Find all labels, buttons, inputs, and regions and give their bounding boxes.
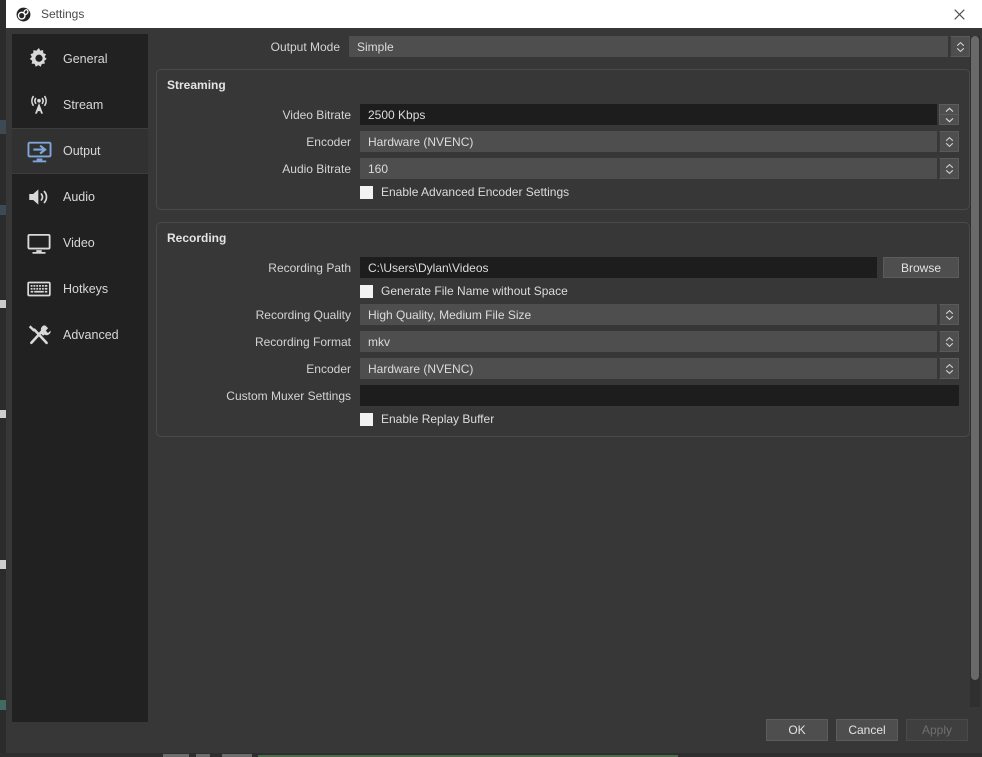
custom-muxer-label: Custom Muxer Settings bbox=[167, 389, 360, 403]
audio-bitrate-select[interactable]: 160 bbox=[360, 158, 937, 179]
advanced-encoder-checkbox[interactable] bbox=[360, 186, 373, 199]
speaker-icon bbox=[24, 182, 54, 212]
sidebar-item-advanced[interactable]: Advanced bbox=[12, 312, 148, 358]
video-bitrate-input[interactable]: 2500 Kbps bbox=[360, 104, 937, 125]
chevron-updown-icon[interactable] bbox=[939, 158, 959, 179]
settings-sidebar: General Stream bbox=[12, 34, 148, 722]
window-title: Settings bbox=[41, 7, 84, 21]
dialog-footer: OK Cancel Apply bbox=[766, 719, 968, 741]
settings-window: Settings General bbox=[6, 0, 982, 753]
row-enable-replay-buffer: Enable Replay Buffer bbox=[167, 412, 959, 426]
sidebar-item-label: Stream bbox=[63, 98, 103, 112]
apply-button[interactable]: Apply bbox=[906, 719, 968, 741]
obs-logo-icon bbox=[15, 6, 31, 22]
row-advanced-encoder-settings: Enable Advanced Encoder Settings bbox=[167, 185, 959, 199]
sidebar-item-hotkeys[interactable]: Hotkeys bbox=[12, 266, 148, 312]
row-video-bitrate: Video Bitrate 2500 Kbps bbox=[167, 104, 959, 125]
row-output-mode: Output Mode Simple bbox=[156, 36, 970, 57]
chevron-updown-icon[interactable] bbox=[939, 331, 959, 352]
row-recording-path: Recording Path C:\Users\Dylan\Videos Bro… bbox=[167, 257, 959, 278]
monitor-icon bbox=[24, 228, 54, 258]
cancel-button[interactable]: Cancel bbox=[836, 719, 898, 741]
background-window-bottom-sliver bbox=[0, 753, 982, 757]
generate-filename-checkbox[interactable] bbox=[360, 285, 373, 298]
recording-path-label: Recording Path bbox=[167, 261, 360, 275]
row-audio-bitrate: Audio Bitrate 160 bbox=[167, 158, 959, 179]
sidebar-item-label: Audio bbox=[63, 190, 95, 204]
ok-button[interactable]: OK bbox=[766, 719, 828, 741]
settings-content-pane: Output Mode Simple Streaming bbox=[148, 28, 982, 753]
settings-scroll-area: Output Mode Simple Streaming bbox=[156, 36, 970, 707]
broadcast-icon bbox=[24, 90, 54, 120]
recording-group: Recording Recording Path C:\Users\Dylan\… bbox=[156, 222, 970, 437]
browse-button[interactable]: Browse bbox=[883, 257, 959, 278]
recording-path-input[interactable]: C:\Users\Dylan\Videos bbox=[360, 257, 877, 278]
recording-quality-label: Recording Quality bbox=[167, 308, 360, 322]
replay-buffer-label: Enable Replay Buffer bbox=[381, 412, 494, 426]
output-mode-label: Output Mode bbox=[156, 40, 349, 54]
recording-quality-select[interactable]: High Quality, Medium File Size bbox=[360, 304, 937, 325]
streaming-encoder-select[interactable]: Hardware (NVENC) bbox=[360, 131, 937, 152]
recording-format-select[interactable]: mkv bbox=[360, 331, 937, 352]
custom-muxer-input[interactable] bbox=[360, 385, 959, 406]
audio-bitrate-label: Audio Bitrate bbox=[167, 162, 360, 176]
chevron-updown-icon[interactable] bbox=[939, 131, 959, 152]
replay-buffer-checkbox[interactable] bbox=[360, 413, 373, 426]
recording-encoder-select[interactable]: Hardware (NVENC) bbox=[360, 358, 937, 379]
row-recording-quality: Recording Quality High Quality, Medium F… bbox=[167, 304, 959, 325]
advanced-encoder-label: Enable Advanced Encoder Settings bbox=[381, 185, 569, 199]
vertical-scrollbar[interactable] bbox=[970, 36, 980, 707]
chevron-updown-icon[interactable] bbox=[939, 304, 959, 325]
close-icon[interactable] bbox=[936, 0, 982, 28]
sidebar-item-label: Video bbox=[63, 236, 95, 250]
sidebar-item-stream[interactable]: Stream bbox=[12, 82, 148, 128]
video-bitrate-label: Video Bitrate bbox=[167, 108, 360, 122]
output-mode-select[interactable]: Simple bbox=[349, 36, 948, 57]
row-custom-muxer-settings: Custom Muxer Settings bbox=[167, 385, 959, 406]
chevron-updown-icon[interactable] bbox=[950, 36, 970, 57]
recording-group-title: Recording bbox=[167, 231, 959, 245]
streaming-group-title: Streaming bbox=[167, 78, 959, 92]
sidebar-item-video[interactable]: Video bbox=[12, 220, 148, 266]
sidebar-item-label: Output bbox=[63, 144, 101, 158]
chevron-down-icon[interactable] bbox=[939, 114, 959, 125]
sidebar-item-general[interactable]: General bbox=[12, 36, 148, 82]
scrollbar-handle[interactable] bbox=[971, 36, 979, 680]
gear-icon bbox=[24, 44, 54, 74]
row-streaming-encoder: Encoder Hardware (NVENC) bbox=[167, 131, 959, 152]
chevron-up-icon[interactable] bbox=[939, 104, 959, 114]
sidebar-item-label: Advanced bbox=[63, 328, 119, 342]
row-recording-encoder: Encoder Hardware (NVENC) bbox=[167, 358, 959, 379]
output-monitor-icon bbox=[24, 136, 54, 166]
tools-icon bbox=[24, 320, 54, 350]
sidebar-item-label: General bbox=[63, 52, 107, 66]
generate-filename-label: Generate File Name without Space bbox=[381, 284, 568, 298]
row-recording-format: Recording Format mkv bbox=[167, 331, 959, 352]
sidebar-item-output[interactable]: Output bbox=[12, 128, 148, 174]
streaming-group: Streaming Video Bitrate 2500 Kbps bbox=[156, 69, 970, 210]
sidebar-item-label: Hotkeys bbox=[63, 282, 108, 296]
row-generate-filename-no-space: Generate File Name without Space bbox=[167, 284, 959, 298]
recording-encoder-label: Encoder bbox=[167, 362, 360, 376]
keyboard-icon bbox=[24, 274, 54, 304]
title-bar: Settings bbox=[6, 0, 982, 28]
video-bitrate-stepper[interactable] bbox=[939, 104, 959, 125]
recording-format-label: Recording Format bbox=[167, 335, 360, 349]
streaming-encoder-label: Encoder bbox=[167, 135, 360, 149]
sidebar-item-audio[interactable]: Audio bbox=[12, 174, 148, 220]
chevron-updown-icon[interactable] bbox=[939, 358, 959, 379]
